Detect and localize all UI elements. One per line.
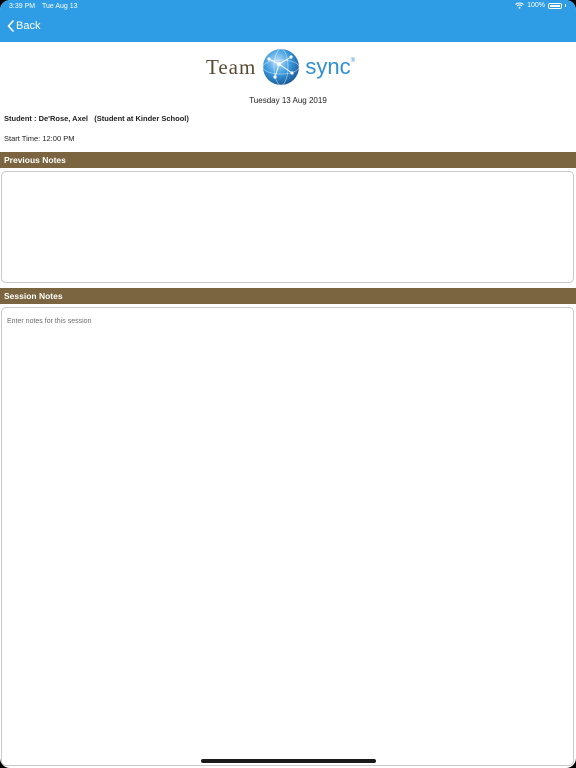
globe-icon: [262, 48, 300, 86]
status-time: 3:39 PM: [9, 3, 36, 10]
session-notes-placeholder: Enter notes for this session: [7, 318, 92, 325]
team-sync-logo: Team sync ®: [206, 45, 370, 89]
logo-team-text: Team: [206, 54, 257, 79]
screen: 3:39 PM Tue Aug 13 100% Back Team sync ®…: [0, 0, 576, 768]
status-date: Tue Aug 13: [42, 3, 78, 10]
navigation-bar: 3:39 PM Tue Aug 13 100% Back: [0, 0, 576, 42]
battery-percent: 100%: [527, 2, 545, 9]
status-right: 100%: [515, 2, 566, 9]
status-bar: 3:39 PM Tue Aug 13 100%: [0, 0, 576, 14]
previous-notes-header: Previous Notes: [0, 152, 576, 168]
battery-nub: [565, 4, 566, 7]
student-info: Student : De'Rose, Axel (Student at Kind…: [4, 114, 189, 123]
battery-icon: [548, 2, 562, 9]
session-notes-input[interactable]: Enter notes for this session: [1, 307, 574, 766]
home-indicator[interactable]: [201, 759, 376, 763]
wifi-icon: [515, 2, 524, 9]
logo-registered-mark: ®: [350, 58, 356, 64]
session-notes-header: Session Notes: [0, 288, 576, 304]
back-button[interactable]: Back: [7, 20, 40, 32]
start-time: Start Time: 12:00 PM: [4, 134, 75, 143]
session-date: Tuesday 13 Aug 2019: [249, 96, 327, 105]
logo-sync-text: sync: [305, 54, 351, 79]
chevron-left-icon: [7, 20, 14, 32]
back-label: Back: [16, 20, 41, 32]
previous-notes-box: [1, 171, 574, 283]
